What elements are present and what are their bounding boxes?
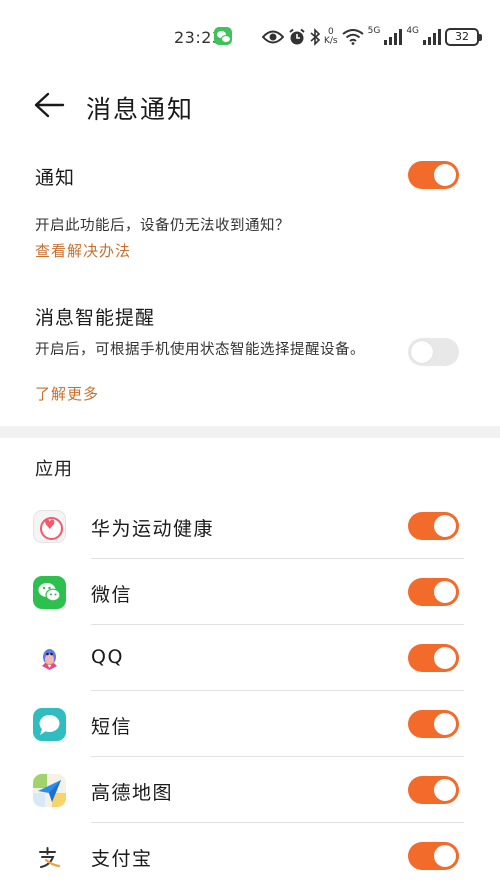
app-toggle-huawei-health[interactable] bbox=[408, 512, 459, 540]
app-row-qq[interactable]: QQ bbox=[0, 625, 500, 691]
back-button[interactable] bbox=[32, 88, 66, 122]
status-bar: 23:23 0 K/s 5G 4G 32 bbox=[0, 0, 500, 72]
wifi-icon bbox=[342, 26, 364, 48]
back-arrow-icon bbox=[34, 92, 65, 118]
huawei-health-icon bbox=[33, 510, 66, 543]
app-row-sms[interactable]: 短信 bbox=[0, 691, 500, 757]
toggle-knob bbox=[411, 341, 433, 363]
page-header: 消息通知 bbox=[0, 80, 500, 130]
app-toggle-amap[interactable] bbox=[408, 776, 459, 804]
app-row-wechat[interactable]: 微信 bbox=[0, 559, 500, 625]
toggle-knob bbox=[434, 647, 456, 669]
app-row-alipay[interactable]: 支付宝 bbox=[0, 823, 500, 880]
bluetooth-icon bbox=[310, 26, 320, 48]
app-row-huawei-health[interactable]: 华为运动健康 bbox=[0, 493, 500, 559]
app-name: 华为运动健康 bbox=[91, 518, 215, 540]
app-name: 高德地图 bbox=[91, 782, 174, 804]
smart-reminder-description: 开启后，可根据手机使用状态智能选择提醒设备。 bbox=[35, 342, 365, 358]
app-toggle-alipay[interactable] bbox=[408, 842, 459, 870]
view-solution-link[interactable]: 查看解决办法 bbox=[35, 240, 131, 261]
toggle-knob bbox=[434, 779, 456, 801]
network-type-4g: 4G bbox=[406, 26, 420, 36]
app-name: 短信 bbox=[91, 716, 133, 738]
section-divider bbox=[0, 426, 500, 438]
signal-icon-2 bbox=[423, 26, 442, 48]
learn-more-link[interactable]: 了解更多 bbox=[35, 383, 99, 404]
network-type-5g: 5G bbox=[367, 26, 381, 36]
toggle-knob bbox=[434, 845, 456, 867]
toggle-knob bbox=[434, 713, 456, 735]
app-name: 支付宝 bbox=[91, 848, 153, 870]
wechat-icon bbox=[33, 576, 66, 609]
page-title: 消息通知 bbox=[86, 95, 195, 124]
notification-title: 通知 bbox=[35, 167, 76, 189]
app-toggle-sms[interactable] bbox=[408, 710, 459, 738]
apps-section-title: 应用 bbox=[35, 459, 73, 480]
qq-icon bbox=[33, 642, 66, 675]
network-speed: 0 K/s bbox=[324, 28, 338, 46]
toggle-knob bbox=[434, 581, 456, 603]
alipay-icon bbox=[33, 840, 66, 873]
amap-icon bbox=[33, 774, 66, 807]
app-toggle-qq[interactable] bbox=[408, 644, 459, 672]
smart-reminder-title: 消息智能提醒 bbox=[35, 307, 156, 329]
toggle-knob bbox=[434, 515, 456, 537]
toggle-knob bbox=[434, 164, 456, 186]
battery-indicator: 32 bbox=[445, 28, 483, 46]
app-name: 微信 bbox=[91, 584, 133, 606]
app-row-amap[interactable]: 高德地图 bbox=[0, 757, 500, 823]
app-toggle-wechat[interactable] bbox=[408, 578, 459, 606]
wechat-notification-icon bbox=[214, 27, 232, 45]
alarm-icon bbox=[288, 26, 306, 48]
notification-hint: 开启此功能后，设备仍无法收到通知？ bbox=[35, 218, 290, 234]
smart-reminder-toggle[interactable] bbox=[408, 338, 459, 366]
network-speed-unit: K/s bbox=[324, 36, 338, 46]
sms-icon bbox=[33, 708, 66, 741]
signal-icon bbox=[384, 26, 403, 48]
status-icons: 0 K/s 5G 4G 32 bbox=[262, 24, 483, 50]
app-name: QQ bbox=[91, 646, 124, 668]
notification-toggle[interactable] bbox=[408, 161, 459, 189]
eye-icon bbox=[262, 26, 284, 48]
